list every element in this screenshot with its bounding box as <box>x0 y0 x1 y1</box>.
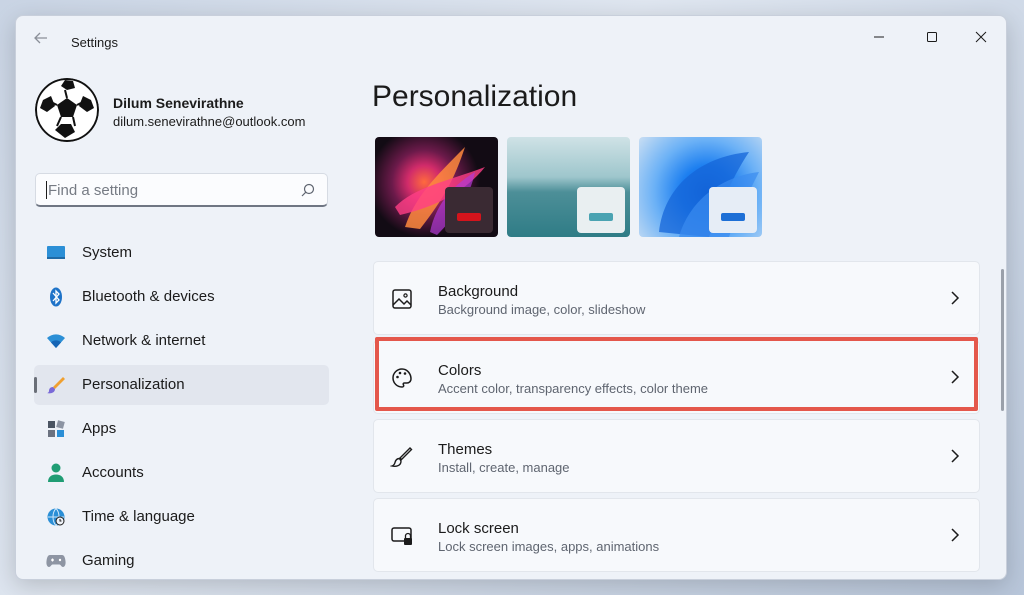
user-email: dilum.senevirathne@outlook.com <box>113 114 306 129</box>
sidebar-item-system[interactable]: System <box>34 233 329 273</box>
sidebar-item-personalization[interactable]: Personalization <box>34 365 329 405</box>
accent-swatch <box>721 213 745 221</box>
sidebar-item-apps[interactable]: Apps <box>34 409 329 449</box>
page-title: Personalization <box>372 80 578 113</box>
avatar[interactable] <box>35 78 99 142</box>
sidebar-item-time-language[interactable]: Time & language <box>34 497 329 537</box>
card-subtitle: Accent color, transparency effects, colo… <box>438 381 709 396</box>
background-card[interactable]: Background Background image, color, slid… <box>373 261 980 335</box>
chevron-right-icon <box>951 449 960 463</box>
sidebar-item-label: Gaming <box>82 552 135 569</box>
theme-thumbnail[interactable] <box>507 137 630 237</box>
colors-card[interactable]: Colors Accent color, transparency effect… <box>373 340 980 414</box>
sidebar-item-label: Time & language <box>82 508 195 525</box>
card-title: Background <box>438 283 519 300</box>
maximize-button[interactable] <box>909 22 955 52</box>
system-icon <box>46 243 66 263</box>
back-arrow-icon <box>34 32 47 44</box>
image-icon <box>392 289 412 309</box>
accounts-icon <box>46 463 66 483</box>
lock-screen-card[interactable]: Lock screen Lock screen images, apps, an… <box>373 498 980 572</box>
accent-swatch <box>589 213 613 221</box>
chevron-right-icon <box>951 370 960 384</box>
card-subtitle: Install, create, manage <box>438 460 570 475</box>
card-title: Themes <box>438 441 493 458</box>
sidebar-item-label: Accounts <box>82 464 144 481</box>
sidebar-item-label: Bluetooth & devices <box>82 288 215 305</box>
back-button[interactable] <box>30 30 52 52</box>
sidebar-item-accounts[interactable]: Accounts <box>34 453 329 493</box>
theme-preview-window <box>445 187 493 233</box>
brush-icon <box>390 447 413 467</box>
soccer-ball-icon <box>35 78 99 142</box>
accent-swatch <box>457 213 481 221</box>
time-language-icon <box>46 507 66 527</box>
personalization-icon <box>46 375 66 395</box>
sidebar-item-network-internet[interactable]: Network & internet <box>34 321 329 361</box>
theme-thumbnail[interactable] <box>639 137 762 237</box>
close-button[interactable] <box>958 22 1004 52</box>
theme-thumbnail[interactable] <box>375 137 498 237</box>
search-box[interactable] <box>35 173 328 207</box>
close-icon <box>975 31 987 43</box>
sidebar-item-label: Personalization <box>82 376 185 393</box>
settings-window: Settings Dilum Senevirathne dilum.senevi… <box>15 15 1007 580</box>
title-bar: Settings <box>16 16 1006 56</box>
sidebar-item-label: System <box>82 244 133 261</box>
chevron-right-icon <box>951 291 960 305</box>
apps-icon <box>46 419 66 439</box>
minimize-button[interactable] <box>856 22 902 52</box>
card-subtitle: Background image, color, slideshow <box>438 302 646 317</box>
search-icon[interactable] <box>301 183 315 197</box>
palette-icon <box>392 368 412 388</box>
theme-preview-window <box>709 187 757 233</box>
network-icon <box>46 331 66 351</box>
active-indicator <box>34 377 37 393</box>
scrollbar-thumb[interactable] <box>1001 269 1004 411</box>
sidebar-item-bluetooth-devices[interactable]: Bluetooth & devices <box>34 277 329 317</box>
card-title: Lock screen <box>438 520 519 537</box>
themes-card[interactable]: Themes Install, create, manage <box>373 419 980 493</box>
lock-screen-icon <box>391 527 412 545</box>
maximize-icon <box>927 32 937 42</box>
theme-preview-window <box>577 187 625 233</box>
sidebar-item-label: Network & internet <box>82 332 206 349</box>
sidebar-item-label: Apps <box>82 420 117 437</box>
gaming-icon <box>46 551 66 571</box>
sidebar-item-gaming[interactable]: Gaming <box>34 541 329 579</box>
search-input[interactable] <box>48 179 288 201</box>
text-caret <box>46 181 47 199</box>
card-subtitle: Lock screen images, apps, animations <box>438 539 660 554</box>
chevron-right-icon <box>951 528 960 542</box>
user-name: Dilum Senevirathne <box>113 95 244 111</box>
app-title: Settings <box>71 35 118 50</box>
card-title: Colors <box>438 362 482 379</box>
bluetooth-icon <box>46 287 66 307</box>
minimize-icon <box>874 36 884 38</box>
